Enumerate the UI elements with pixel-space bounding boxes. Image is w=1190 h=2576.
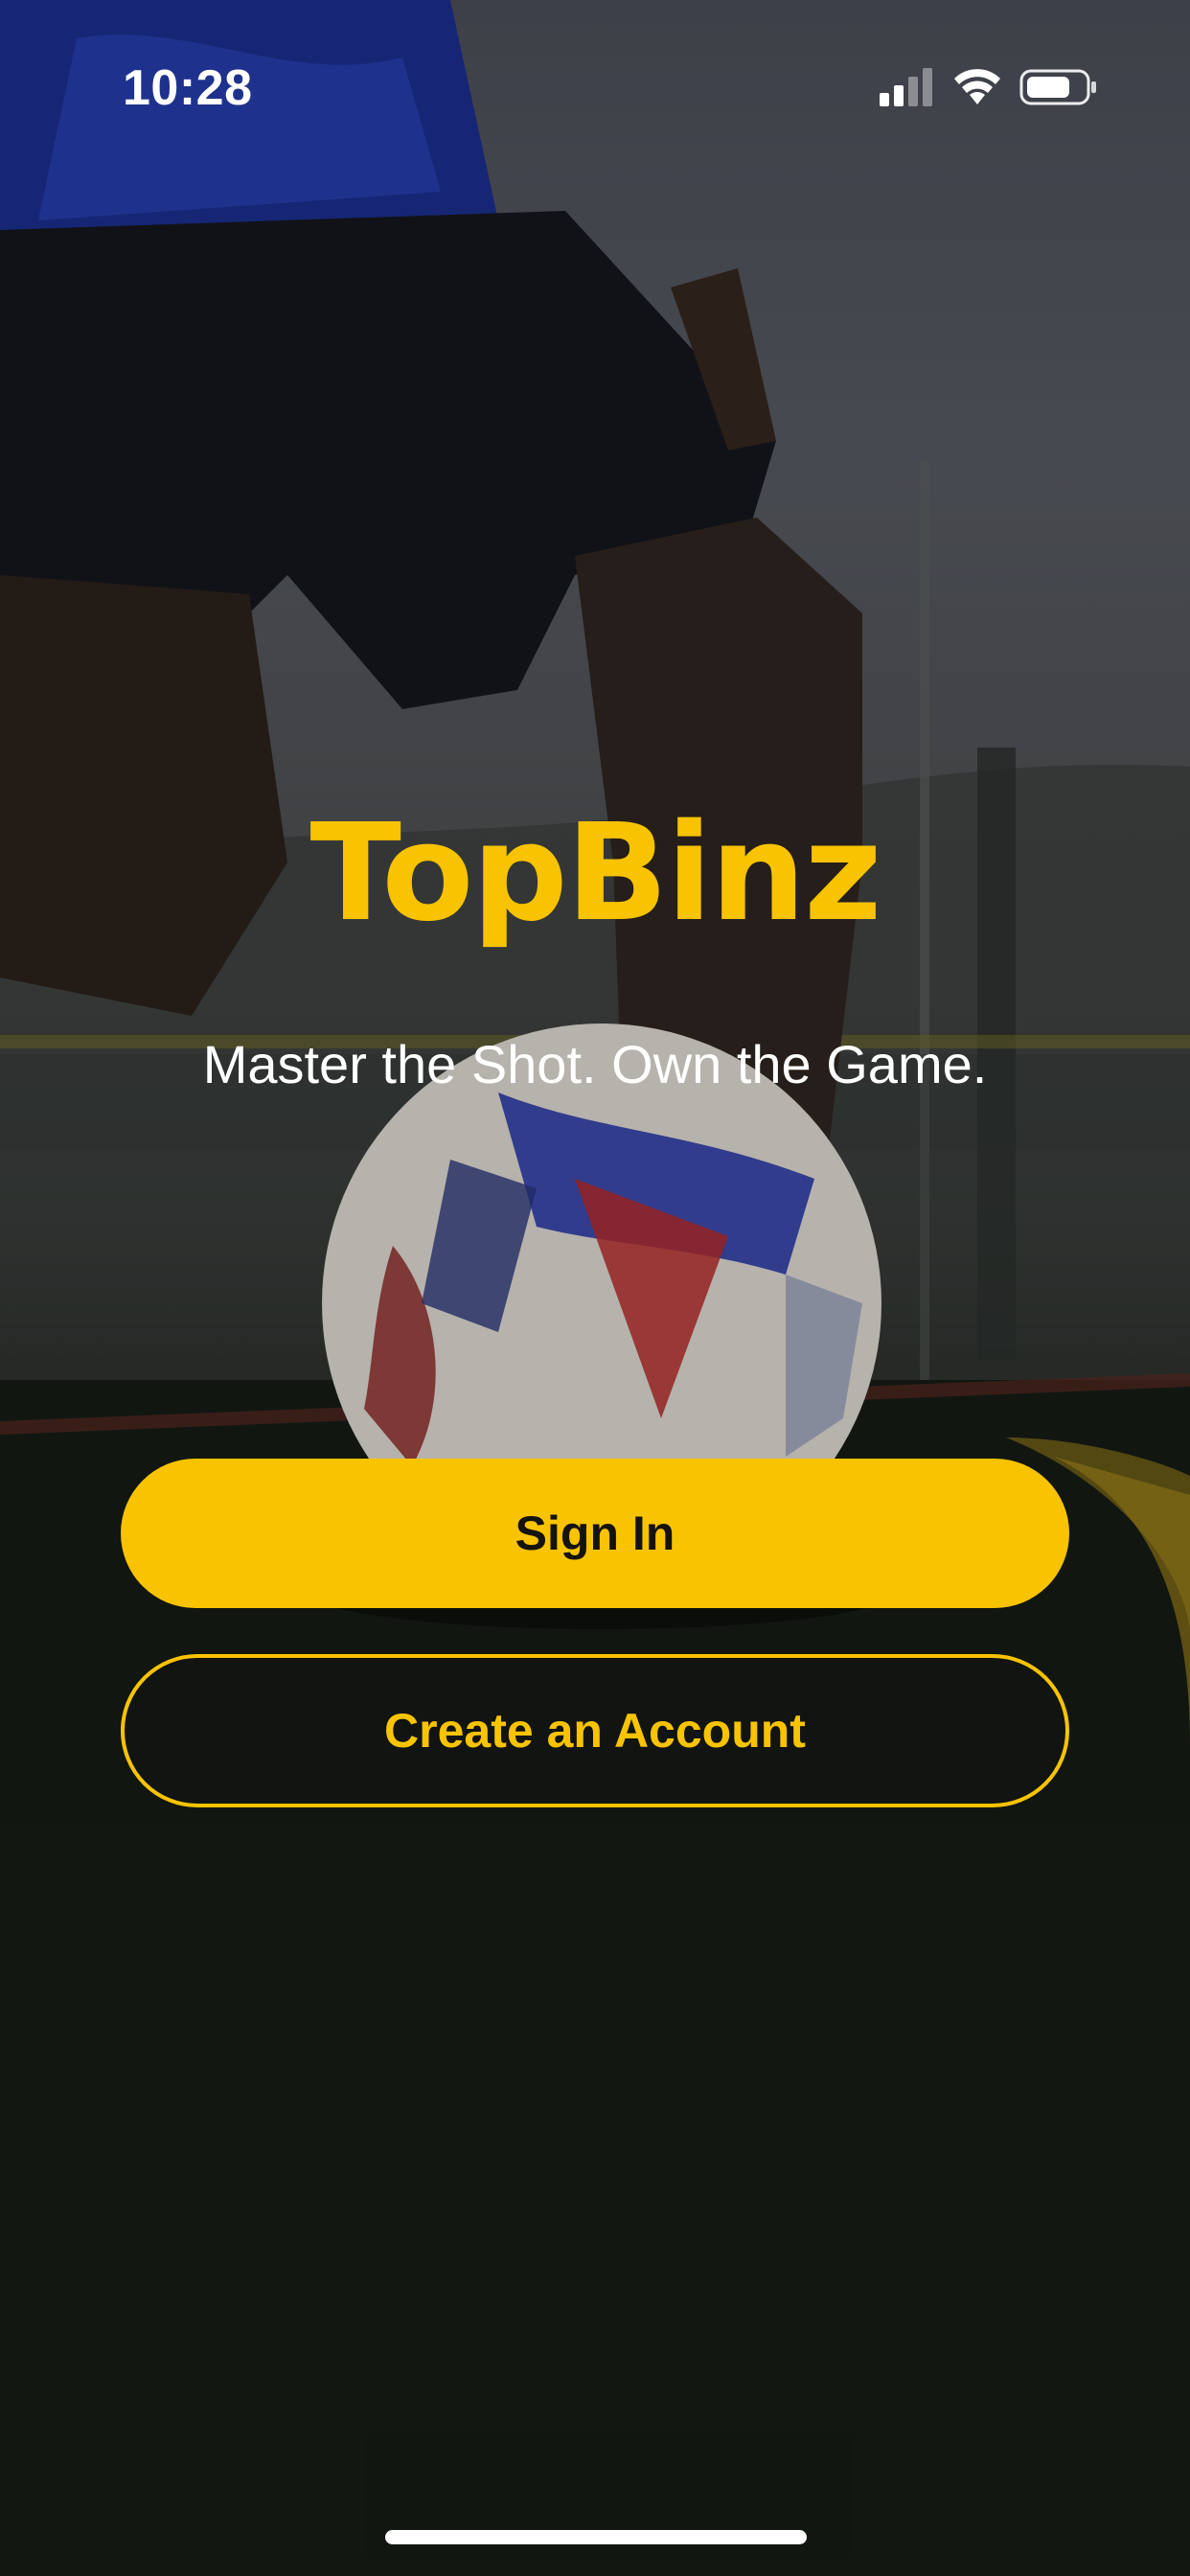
welcome-screen: 10:28 TopBinz Master the Shot. Own the G… bbox=[0, 0, 1190, 2576]
sign-in-button[interactable]: Sign In bbox=[121, 1459, 1069, 1608]
app-logo-wordmark: TopBinz bbox=[309, 795, 881, 952]
status-bar-icons bbox=[880, 67, 1098, 107]
battery-icon bbox=[1019, 69, 1096, 105]
status-bar-time: 10:28 bbox=[123, 60, 253, 116]
wifi-icon bbox=[954, 69, 1000, 104]
cellular-signal-icon bbox=[880, 68, 932, 106]
background-dim-overlay bbox=[0, 0, 1190, 2576]
tagline: Master the Shot. Own the Game. bbox=[202, 1034, 988, 1094]
sign-in-button-label: Sign In bbox=[515, 1506, 675, 1560]
create-account-button-label: Create an Account bbox=[384, 1704, 806, 1758]
create-account-button[interactable]: Create an Account bbox=[121, 1654, 1069, 1807]
home-indicator[interactable] bbox=[385, 2530, 807, 2544]
